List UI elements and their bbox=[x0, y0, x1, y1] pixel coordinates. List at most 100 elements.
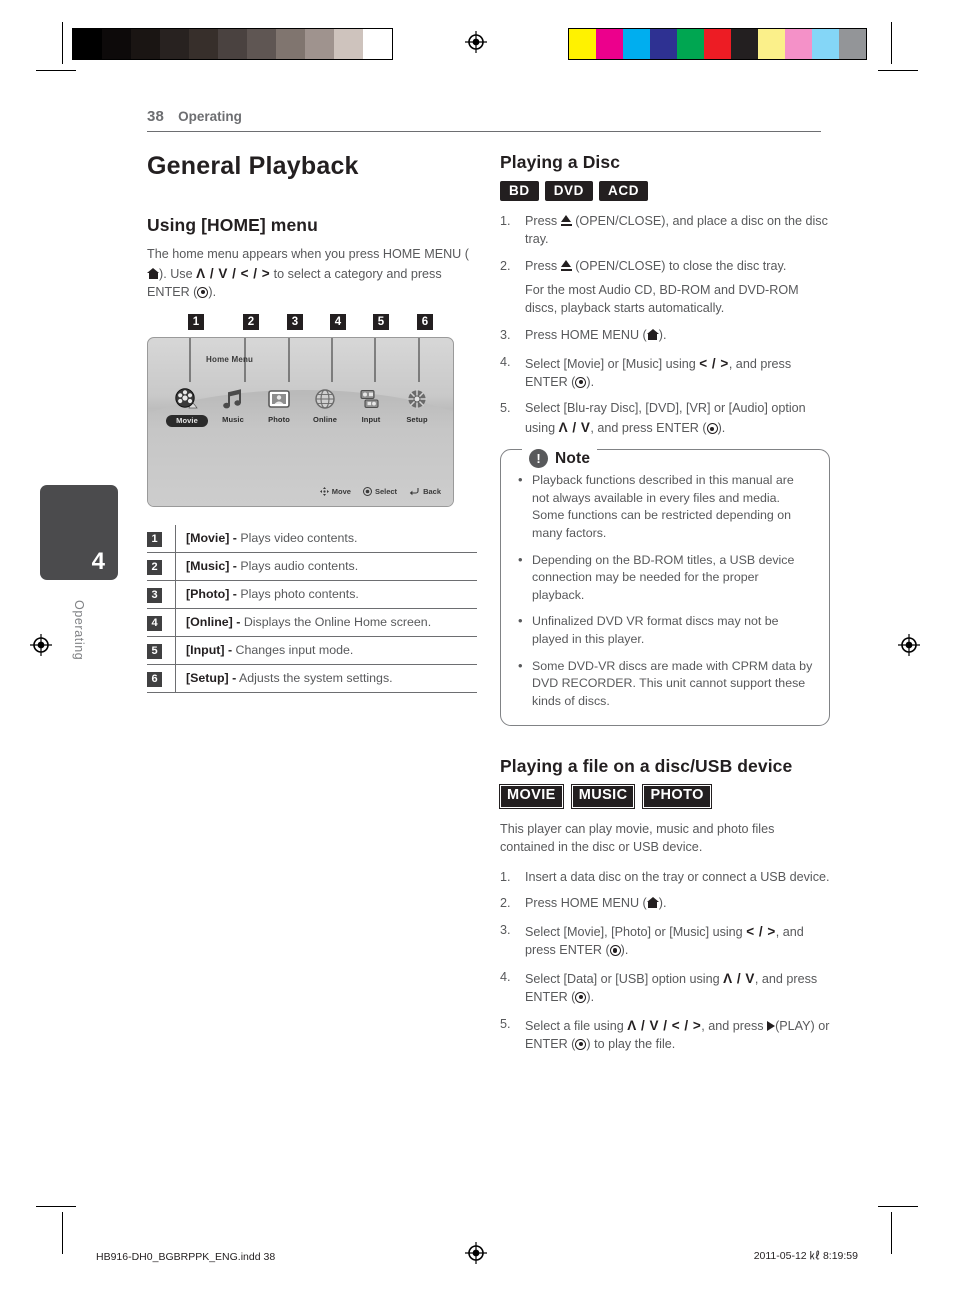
disc-step-5-text-c: ). bbox=[717, 421, 726, 436]
grayscale-swatch-5 bbox=[218, 29, 247, 59]
color-swatch-10 bbox=[839, 29, 866, 59]
grayscale-swatch-7 bbox=[276, 29, 305, 59]
legend-text-cell-5: [Input] - Changes input mode. bbox=[176, 636, 478, 664]
legend-name-5: [Input] - bbox=[186, 642, 233, 657]
grayscale-calibration-strip bbox=[72, 28, 393, 60]
home-menu-item-input[interactable]: Input bbox=[350, 386, 392, 427]
home-menu-item-setup[interactable]: Setup bbox=[396, 386, 438, 427]
legend-desc-3: Plays photo contents. bbox=[236, 586, 359, 601]
file-step-3-text-a: Select [Movie], [Photo] or [Music] using bbox=[525, 925, 747, 940]
chapter-tab: 4 bbox=[40, 485, 118, 580]
file-type-badge-row: MOVIE MUSIC PHOTO bbox=[499, 783, 830, 809]
disc-type-badge-row: BD DVD ACD bbox=[500, 181, 830, 202]
legend-badge-cell-6: 6 bbox=[147, 664, 176, 693]
nav-keys-glyph: Λ / V / < / > bbox=[196, 266, 271, 282]
legend-row-6: 6 [Setup] - Adjusts the system settings. bbox=[147, 664, 477, 693]
grayscale-swatch-10 bbox=[363, 29, 392, 59]
color-swatch-4 bbox=[677, 29, 704, 59]
right-column: Playing a Disc BD DVD ACD Press (OPEN/CL… bbox=[499, 152, 830, 1063]
grayscale-swatch-1 bbox=[102, 29, 131, 59]
disc-step-1-text-a: Press bbox=[525, 214, 561, 229]
left-right-keys-glyph: < / > bbox=[699, 355, 729, 371]
return-arrow-icon bbox=[409, 487, 419, 496]
crop-mark-bl-h bbox=[36, 1206, 76, 1207]
note-item-4: Some DVD-VR discs are made with CPRM dat… bbox=[517, 657, 813, 711]
note-item-1: Playback functions described in this man… bbox=[517, 471, 813, 542]
color-swatch-7 bbox=[758, 29, 785, 59]
home-menu-item-photo[interactable]: Photo bbox=[258, 386, 300, 427]
enter-icon bbox=[575, 1038, 587, 1050]
legend-badge-cell-2: 2 bbox=[147, 552, 176, 581]
callout-number-3: 3 bbox=[287, 313, 303, 330]
figure-legend-table: 1 [Movie] - Plays video contents. 2 [Mus… bbox=[147, 524, 478, 693]
section-heading-home-menu: Using [HOME] menu bbox=[147, 215, 318, 235]
legend-row-4: 4 [Online] - Displays the Online Home sc… bbox=[147, 608, 478, 637]
note-item-2: Depending on the BD-ROM titles, a USB de… bbox=[517, 551, 813, 605]
home-menu-label-input: Input bbox=[361, 414, 381, 424]
page-header: 38 Operating bbox=[147, 108, 821, 132]
callout-number-1: 1 bbox=[188, 313, 204, 330]
callout-number-2: 2 bbox=[243, 313, 259, 330]
file-step-4: Select [Data] or [USB] option using Λ / … bbox=[500, 969, 830, 1007]
disc-step-5: Select [Blu-ray Disc], [DVD], [VR] or [A… bbox=[500, 400, 830, 438]
page-section-name: Operating bbox=[178, 109, 242, 124]
disc-step-4: Select [Movie] or [Music] using < / >, a… bbox=[500, 354, 830, 392]
crop-mark-br-v bbox=[891, 1212, 892, 1254]
legend-desc-1: Plays video contents. bbox=[236, 530, 358, 545]
intro-text-d: ). bbox=[208, 285, 217, 300]
disc-step-2-continuation: For the most Audio CD, BD-ROM and DVD-RO… bbox=[525, 283, 799, 315]
legend-badge-6: 6 bbox=[147, 671, 162, 687]
playing-file-steps: Insert a data disc on the tray or connec… bbox=[500, 869, 830, 1054]
disc-step-3: Press HOME MENU (). bbox=[500, 327, 830, 345]
legend-desc-4: Displays the Online Home screen. bbox=[240, 614, 432, 629]
chapter-tab-label: Operating bbox=[72, 600, 86, 661]
file-step-2-text-b: ). bbox=[658, 896, 667, 911]
legend-name-3: [Photo] - bbox=[186, 586, 237, 601]
figure-title: Home Menu bbox=[206, 354, 254, 364]
file-step-3-text-c: ). bbox=[620, 943, 629, 958]
up-down-keys-glyph: Λ / V bbox=[558, 420, 591, 436]
legend-badge-cell-4: 4 bbox=[147, 608, 176, 637]
disc-step-3-text-a: Press HOME MENU ( bbox=[525, 327, 647, 342]
legend-text-cell-1: [Movie] - Plays video contents. bbox=[176, 525, 478, 553]
legend-badge-4: 4 bbox=[147, 615, 162, 631]
file-step-5-text-d: ) to play the file. bbox=[586, 1036, 676, 1051]
file-step-1: Insert a data disc on the tray or connec… bbox=[500, 869, 830, 887]
home-menu-item-music[interactable]: Music bbox=[212, 386, 254, 427]
home-icon bbox=[147, 268, 159, 280]
grayscale-swatch-2 bbox=[131, 29, 160, 59]
color-swatch-8 bbox=[785, 29, 812, 59]
home-menu-label-music: Music bbox=[222, 414, 244, 424]
footer-file-name: HB916-DH0_BGBRPPK_ENG.indd 38 bbox=[96, 1251, 276, 1263]
legend-text-cell-4: [Online] - Displays the Online Home scre… bbox=[176, 608, 478, 636]
legend-row-3: 3 [Photo] - Plays photo contents. bbox=[147, 580, 477, 609]
legend-row-5: 5 [Input] - Changes input mode. bbox=[147, 636, 478, 665]
disc-step-4-text-a: Select [Movie] or [Music] using bbox=[525, 356, 700, 371]
legend-badge-2: 2 bbox=[147, 559, 162, 575]
home-menu-item-online[interactable]: Online bbox=[304, 386, 346, 427]
all-direction-keys-glyph: Λ / V / < / > bbox=[627, 1017, 702, 1033]
disc-step-1: Press (OPEN/CLOSE), and place a disc on … bbox=[500, 213, 830, 249]
enter-icon bbox=[575, 991, 587, 1003]
color-swatch-3 bbox=[650, 29, 677, 59]
enter-icon bbox=[609, 945, 621, 957]
legend-desc-2: Plays audio contents. bbox=[236, 558, 359, 573]
grayscale-swatch-3 bbox=[160, 29, 189, 59]
legend-desc-5: Changes input mode. bbox=[232, 642, 354, 657]
eject-icon bbox=[560, 215, 572, 227]
crop-mark-tl-v bbox=[62, 22, 63, 64]
home-menu-item-movie[interactable]: Movie bbox=[166, 386, 208, 427]
left-column: General Playback Using [HOME] menu The h… bbox=[147, 152, 477, 693]
disc-step-5-text-b: , and press ENTER ( bbox=[590, 421, 707, 436]
section-heading-playing-disc: Playing a Disc bbox=[500, 152, 621, 172]
note-bullet-list: Playback functions described in this man… bbox=[517, 471, 813, 711]
color-swatch-2 bbox=[623, 29, 650, 59]
file-badge-photo: PHOTO bbox=[642, 783, 712, 809]
registration-mark-top bbox=[465, 31, 487, 53]
file-step-2-text-a: Press HOME MENU ( bbox=[525, 896, 647, 911]
grayscale-swatch-9 bbox=[334, 29, 363, 59]
footer-timestamp: 2011-05-12 ㎘ 8:19:59 bbox=[753, 1250, 858, 1262]
page-title: General Playback bbox=[147, 152, 359, 180]
color-swatch-0 bbox=[569, 29, 596, 59]
home-icon bbox=[646, 328, 659, 340]
